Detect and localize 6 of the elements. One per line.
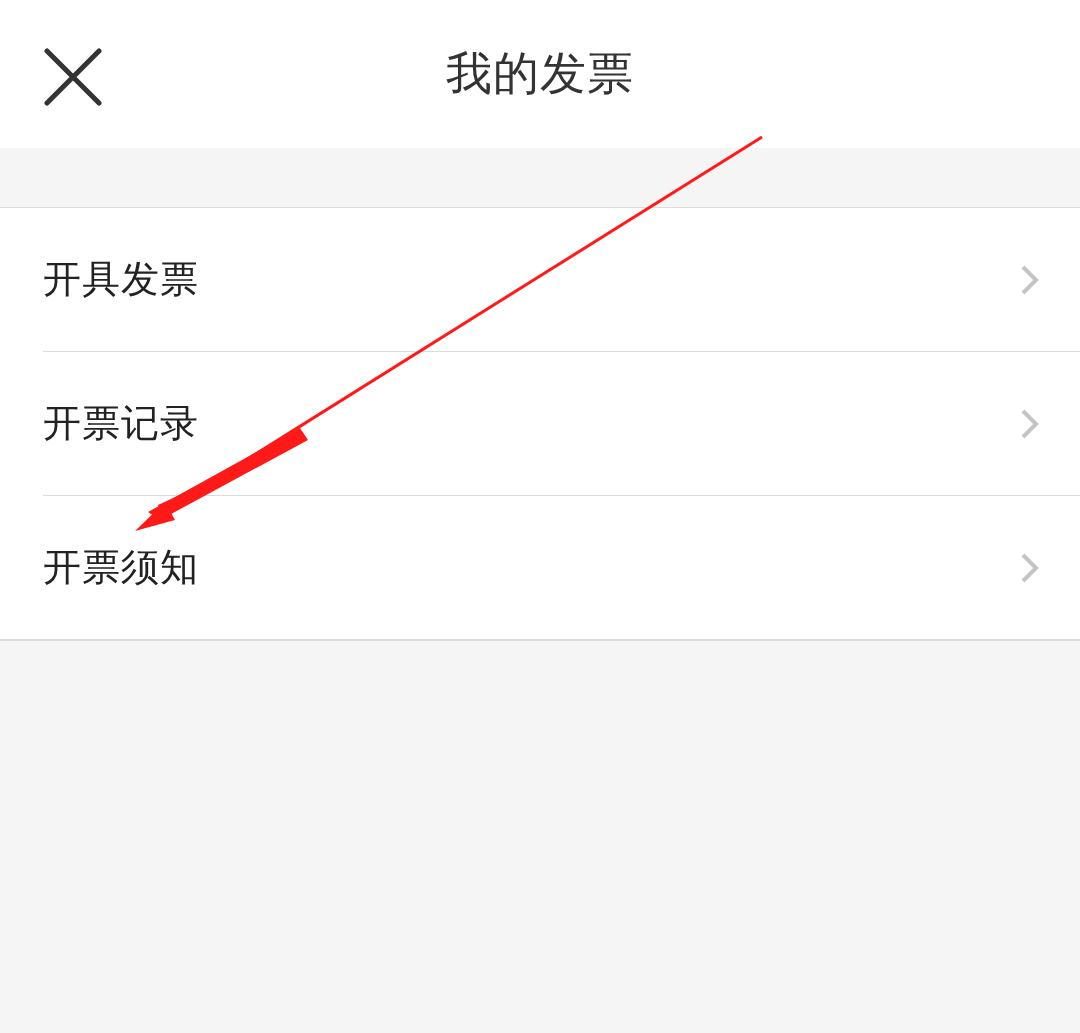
page-title: 我的发票: [446, 45, 634, 102]
chevron-right-icon: [1020, 407, 1040, 440]
menu-item[interactable]: 开具发票: [43, 208, 1080, 351]
close-icon: [44, 48, 102, 106]
chevron-right-icon: [1020, 263, 1040, 296]
chevron-right-icon: [1020, 551, 1040, 584]
